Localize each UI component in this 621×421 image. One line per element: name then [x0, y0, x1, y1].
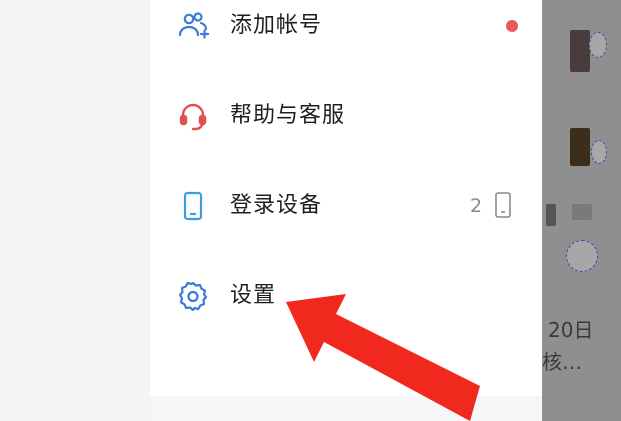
- menu-item-label: 设置: [230, 283, 277, 308]
- thumbnail: [570, 30, 590, 72]
- thumbnail: [546, 204, 556, 226]
- thumbnail: [572, 204, 592, 220]
- dimmed-background: 20日 核…: [542, 0, 621, 421]
- menu-item-label: 添加帐号: [230, 13, 323, 38]
- thumbnail: [570, 128, 590, 166]
- headset-icon: [179, 103, 207, 131]
- gear-icon: [178, 281, 208, 312]
- avatar: [591, 140, 607, 164]
- avatar: [566, 240, 598, 272]
- menu-item-help-service[interactable]: 帮助与客服: [150, 84, 542, 148]
- menu-item-login-devices[interactable]: 登录设备 2: [150, 174, 542, 238]
- menu-item-label: 帮助与客服: [230, 103, 346, 128]
- menu-item-label: 登录设备: [230, 193, 323, 218]
- menu-item-add-account[interactable]: 添加帐号: [150, 0, 542, 58]
- annotation-arrow: [286, 294, 480, 421]
- snippet-text: 核…: [542, 350, 582, 374]
- phone-icon: [183, 191, 203, 221]
- device-count: 2: [470, 195, 483, 217]
- notification-dot: [506, 20, 518, 32]
- date-text: 20日: [548, 318, 594, 342]
- device-icon: [495, 192, 511, 218]
- add-account-icon: [178, 12, 209, 39]
- left-margin: [0, 0, 150, 421]
- avatar: [589, 32, 607, 58]
